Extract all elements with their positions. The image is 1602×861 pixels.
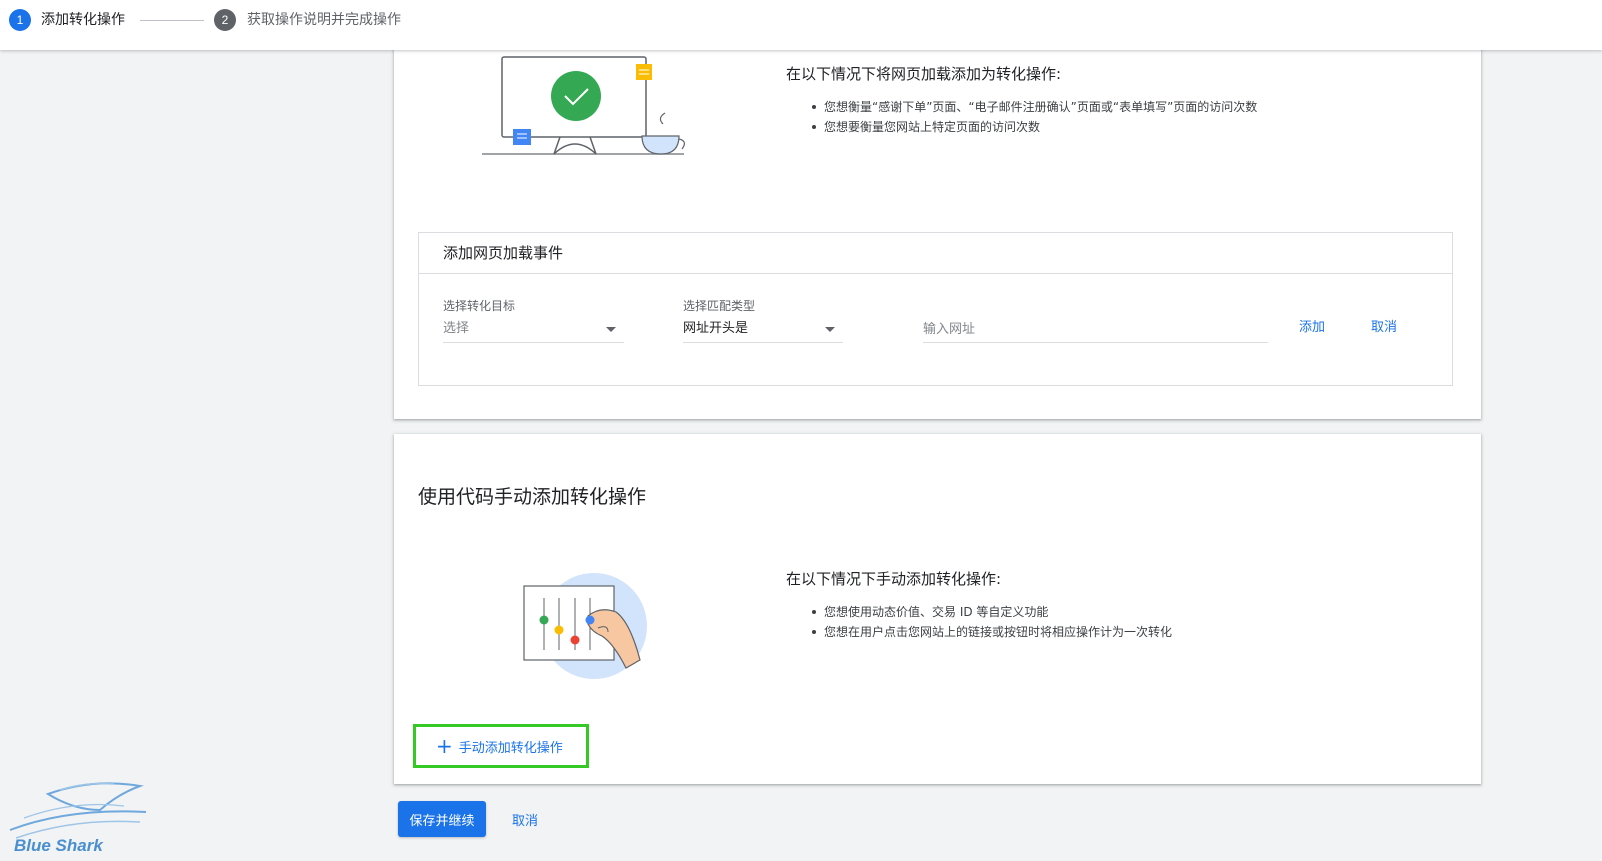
- page-load-event-form: 添加网页加载事件 选择转化目标 选择 选择匹配类型 网址开头是 添加 取消: [418, 232, 1453, 386]
- conversion-goal-select[interactable]: 选择: [443, 317, 624, 343]
- manual-add-conversion-button[interactable]: + 手动添加转化操作: [413, 724, 589, 768]
- step-1-label[interactable]: 添加转化操作: [41, 11, 125, 29]
- page-load-info-title: 在以下情况下将网页加载添加为转化操作:: [786, 65, 1062, 83]
- conversion-goal-field: 选择转化目标 选择: [443, 299, 624, 345]
- step-1-indicator[interactable]: 1: [9, 9, 31, 31]
- list-item: 您想在用户点击您网站上的链接或按钮时将相应操作计为一次转化: [808, 622, 1172, 642]
- step-connector: [140, 20, 204, 21]
- sliders-hand-icon: [523, 573, 647, 679]
- match-type-select[interactable]: 网址开头是: [683, 317, 843, 343]
- page-load-info-list: 您想衡量“感谢下单”页面、“电子邮件注册确认”页面或“表单填写”页面的访问次数 …: [808, 97, 1257, 137]
- page-load-card: 在以下情况下将网页加载添加为转化操作: 您想衡量“感谢下单”页面、“电子邮件注册…: [394, 46, 1481, 419]
- list-item: 您想要衡量您网站上特定页面的访问次数: [808, 117, 1257, 137]
- url-field: [923, 299, 1268, 345]
- stepper-header: 1 添加转化操作 2 获取操作说明并完成操作: [0, 0, 1602, 50]
- save-and-continue-button[interactable]: 保存并继续: [398, 801, 486, 837]
- manual-conversion-card: 使用代码手动添加转化操作 在以下情况下手动添加转化操作: 您想使用动态价值、交易…: [394, 434, 1481, 784]
- watermark-text: Blue Shark: [14, 836, 103, 855]
- list-item: 您想使用动态价值、交易 ID 等自定义功能: [808, 602, 1172, 622]
- manual-info-title: 在以下情况下手动添加转化操作:: [786, 570, 1002, 588]
- conversion-goal-label: 选择转化目标: [443, 299, 516, 313]
- chevron-down-icon: [606, 327, 616, 332]
- add-button[interactable]: 添加: [1299, 319, 1325, 337]
- section-title: 使用代码手动添加转化操作: [418, 486, 647, 508]
- url-input[interactable]: [923, 317, 1268, 343]
- chevron-down-icon: [825, 327, 835, 332]
- footer-cancel-button[interactable]: 取消: [512, 810, 538, 829]
- step-2-indicator[interactable]: 2: [214, 9, 236, 31]
- plus-icon: +: [436, 734, 453, 758]
- manual-add-conversion-label: 手动添加转化操作: [458, 740, 563, 756]
- match-type-field: 选择匹配类型 网址开头是: [683, 299, 843, 345]
- list-item: 您想衡量“感谢下单”页面、“电子邮件注册确认”页面或“表单填写”页面的访问次数: [808, 97, 1257, 117]
- manual-info-list: 您想使用动态价值、交易 ID 等自定义功能 您想在用户点击您网站上的链接或按钮时…: [808, 602, 1172, 642]
- match-type-label: 选择匹配类型: [683, 299, 756, 313]
- form-title: 添加网页加载事件: [419, 233, 1452, 274]
- conversion-goal-value: 选择: [443, 321, 470, 336]
- cancel-button[interactable]: 取消: [1371, 319, 1397, 337]
- step-2-label[interactable]: 获取操作说明并完成操作: [247, 11, 401, 29]
- monitor-checkmark-icon: [482, 56, 685, 155]
- match-type-value: 网址开头是: [683, 321, 749, 336]
